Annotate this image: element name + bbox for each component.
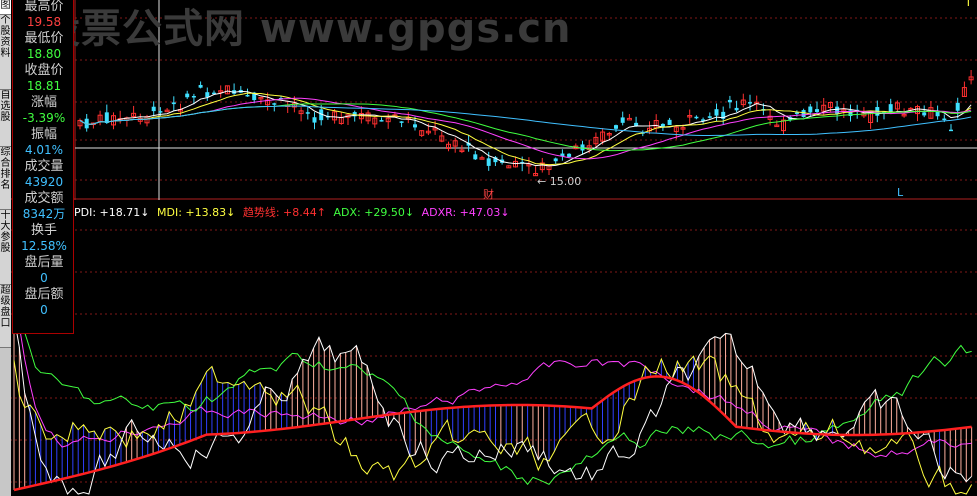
quote-label-after-hours-amount: 盘后额 [24, 287, 64, 302]
quote-value-change: -3.39% [22, 111, 66, 125]
candle-body [553, 158, 558, 162]
quote-label-change: 涨幅 [30, 95, 57, 110]
candle-body [801, 110, 806, 118]
legend-mdi: MDI: +13.83↓ [156, 206, 236, 219]
candle-body [955, 102, 960, 111]
candle-body [185, 93, 190, 98]
candle-body [794, 112, 799, 114]
quote-value-turnover-amount: 8342万 [22, 207, 66, 221]
quote-value-volume: 43920 [24, 175, 64, 189]
candle-body [949, 129, 953, 132]
candle-body [413, 124, 417, 128]
l-marker[interactable]: L [897, 186, 903, 199]
tab-shareholders[interactable]: 十大参股 [0, 210, 11, 285]
indicator-line [13, 283, 972, 458]
candle-body [835, 106, 840, 114]
candle-body [272, 103, 277, 105]
candle-body [808, 106, 813, 113]
finance-marker[interactable]: 财 [483, 186, 494, 202]
candle-body [205, 92, 210, 98]
quote-label-after-hours-volume: 盘后量 [24, 255, 64, 270]
quote-value-high: 19.58 [26, 15, 62, 29]
watermark-text: 股票公式网 www.gpgs.cn [40, 6, 572, 52]
quote-value-amplitude: 4.01% [24, 143, 64, 157]
candle-body [151, 106, 156, 112]
candle-body [379, 120, 384, 122]
candle-body [473, 154, 478, 160]
indicator-line [13, 355, 973, 495]
candle-body [486, 158, 491, 166]
dmi-indicator-chart[interactable] [0, 200, 977, 496]
candle-body [734, 107, 739, 111]
quote-info-panel: 最高价 19.58 最低价 18.80 收盘价 18.81 涨幅 -3.39% … [12, 0, 74, 334]
quote-value-low: 18.80 [26, 47, 62, 61]
candle-body [707, 116, 712, 118]
tab-stock-profile[interactable]: 个股资料 [0, 15, 11, 90]
quote-label-turnover-amount: 成交额 [24, 191, 64, 206]
legend-pdi: PDI: +18.71↓ [74, 206, 150, 219]
candle-body [312, 117, 317, 123]
quote-value-turnover-rate: 12.58% [21, 239, 67, 253]
quote-label-high: 最高价 [24, 0, 64, 14]
candle-body [942, 118, 947, 121]
tab-watchlist[interactable]: 自选股 [0, 90, 11, 147]
quote-label-volume: 成交量 [24, 159, 64, 174]
candle-body [245, 94, 250, 97]
legend-adx: ADX: +29.50↓ [333, 206, 415, 219]
candle-body [191, 95, 196, 98]
quote-label-low: 最低价 [24, 31, 64, 46]
candle-body [305, 112, 310, 114]
candle-body [399, 121, 404, 123]
candle-body [815, 109, 819, 112]
quote-value-close: 18.81 [26, 79, 62, 93]
candle-body [727, 99, 732, 103]
tab-ranking[interactable]: 综合排名 [0, 147, 11, 210]
candle-body [714, 109, 719, 116]
tab-level2-board[interactable]: 超级盘口 [0, 285, 11, 348]
tab-chart[interactable]: 图 [0, 0, 11, 15]
low-price-annotation: ← 15.00 [537, 175, 582, 188]
quote-label-close: 收盘价 [24, 63, 64, 78]
legend-trend-line: 趋势线: +8.44↑ [242, 206, 326, 219]
quote-label-turnover-rate: 换手 [30, 223, 57, 238]
candle-body [620, 117, 625, 123]
quote-label-amplitude: 振幅 [30, 127, 57, 142]
candle-body [171, 102, 176, 105]
indicator-legend: PDI: +18.71↓ MDI: +13.83↓ 趋势线: +8.44↑ AD… [74, 204, 514, 220]
quote-value-after-hours-amount: 0 [40, 303, 48, 317]
quote-value-after-hours-volume: 0 [40, 271, 48, 285]
legend-adxr: ADXR: +47.03↓ [421, 206, 510, 219]
candle-body [748, 102, 752, 104]
chart-stage[interactable] [0, 0, 977, 496]
candle-body [694, 116, 699, 119]
candle-body [614, 125, 618, 129]
t-marker[interactable]: T [965, 0, 972, 9]
candle-body [922, 112, 927, 116]
candle-body [198, 84, 203, 88]
candle-body [667, 119, 672, 125]
candle-body [888, 104, 893, 113]
candle-body [158, 111, 163, 113]
left-sidebar: 图 个股资料 自选股 综合排名 十大参股 超级盘口 [0, 0, 11, 496]
candle-body [567, 153, 572, 157]
